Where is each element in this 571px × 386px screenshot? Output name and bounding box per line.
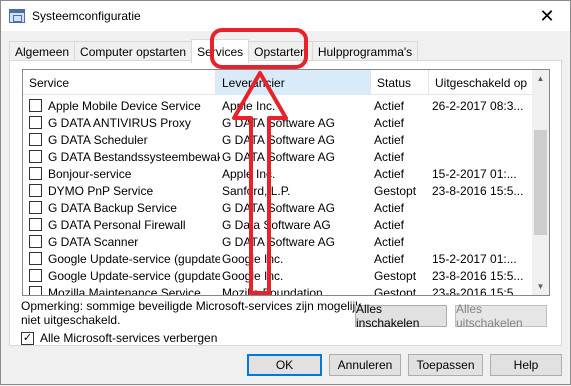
system-configuration-window: Systeemconfiguratie ✕ Algemeen Computer … <box>0 0 571 385</box>
annotation-arrow-icon <box>232 71 288 295</box>
